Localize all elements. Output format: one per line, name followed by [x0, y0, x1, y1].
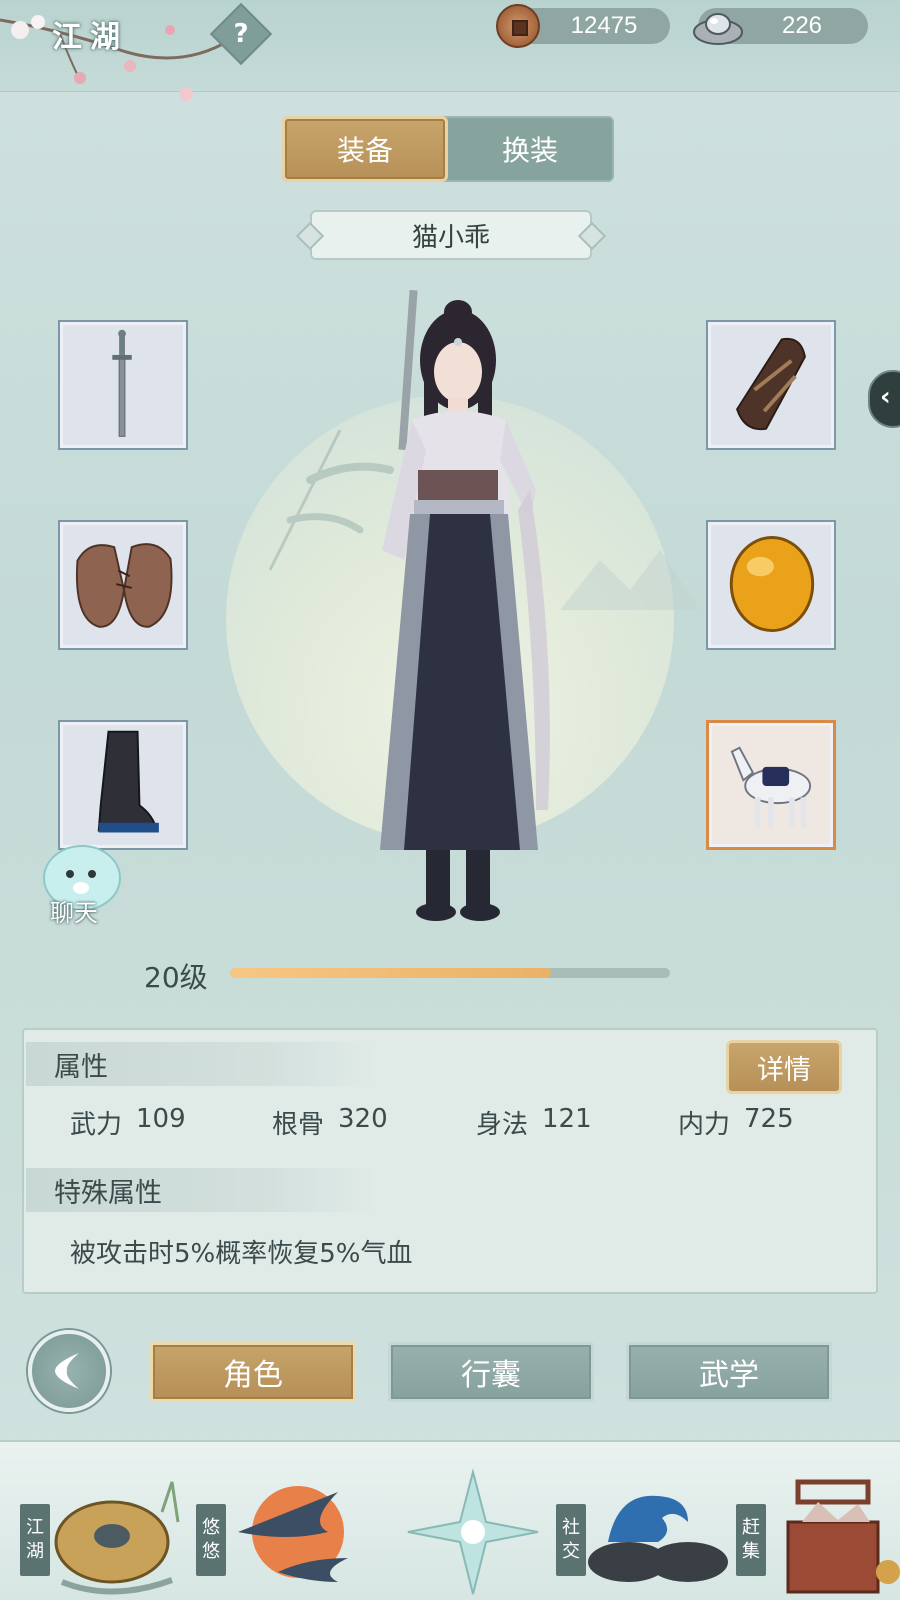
- dock-item-center[interactable]: [376, 1442, 546, 1600]
- dock-label-char: 湖: [26, 1541, 44, 1562]
- mountain-decoration: [560, 550, 700, 610]
- dock-label-char: 江: [26, 1517, 44, 1538]
- bottom-dock: 江 湖 悠 悠 社 交 赶 集: [0, 1440, 900, 1600]
- leather-armor-icon: [75, 543, 173, 628]
- level-label: 20级: [144, 961, 208, 994]
- stat-name: 根骨: [272, 1110, 325, 1140]
- stat-value: 109: [136, 1104, 186, 1134]
- attribute-panel: 属性 详情 武力 109 根骨 320 身法 121 内力 725 特殊属性 被…: [22, 1028, 878, 1294]
- equip-slot-boots[interactable]: [58, 720, 188, 850]
- dock-label-char: 赶: [742, 1517, 760, 1538]
- equip-slot-mount[interactable]: [706, 720, 836, 850]
- question-icon: ?: [233, 19, 249, 49]
- chevron-left-icon: ‹: [880, 382, 891, 412]
- dock-label-char: 交: [562, 1541, 580, 1562]
- star-compass-icon: [407, 1468, 539, 1595]
- stat-agility: 身法 121: [476, 1104, 592, 1141]
- silver-ingot-value: 226: [781, 12, 823, 39]
- page-title: 江湖: [52, 20, 128, 55]
- stat-constitution: 根骨 320: [272, 1104, 388, 1141]
- nav-character-button[interactable]: 角色: [150, 1342, 356, 1402]
- nav-inventory-button[interactable]: 行囊: [388, 1342, 594, 1402]
- wave-bowls-icon: [588, 1495, 728, 1582]
- straw-hat-icon: [54, 1481, 180, 1595]
- silver-ingot-icon: [693, 13, 743, 45]
- silver-ingot-counter[interactable]: 226: [693, 8, 868, 45]
- dock-label-market: 赶 集: [736, 1504, 766, 1576]
- equip-slot-accessory[interactable]: [706, 520, 836, 650]
- stat-value: 320: [338, 1104, 388, 1134]
- level-progress-fill: [230, 968, 552, 978]
- bracer-icon: [736, 337, 806, 431]
- swallow-sun-icon: [238, 1486, 348, 1582]
- copper-coin-counter[interactable]: 12475: [496, 4, 670, 48]
- dock-item-social[interactable]: 社 交: [556, 1442, 728, 1600]
- stat-name: 身法: [476, 1110, 529, 1140]
- attributes-heading: 属性: [26, 1042, 376, 1086]
- equipment-tab-group: 装备 换装: [282, 116, 614, 182]
- equip-slot-armor[interactable]: [58, 520, 188, 650]
- level-progress-bar: [230, 968, 670, 978]
- back-button[interactable]: [28, 1330, 110, 1412]
- sword-icon: [112, 329, 132, 437]
- market-basket-icon: [786, 1479, 900, 1594]
- equip-slot-weapon[interactable]: [58, 320, 188, 450]
- stat-name: 武力: [70, 1110, 123, 1140]
- dock-label-char: 悠: [202, 1541, 220, 1562]
- dock-label-social: 社 交: [556, 1504, 586, 1576]
- dock-label-char: 社: [562, 1517, 580, 1538]
- side-panel-toggle[interactable]: ‹: [868, 370, 900, 428]
- dock-item-jianghu[interactable]: 江 湖: [20, 1442, 190, 1600]
- nav-martial-arts-button[interactable]: 武学: [626, 1342, 832, 1402]
- stat-value: 725: [744, 1104, 794, 1134]
- amber-gem-icon: [729, 536, 815, 633]
- chat-label[interactable]: 聊天: [50, 893, 98, 928]
- dock-label-jianghu: 江 湖: [20, 1504, 50, 1576]
- special-attribute-text: 被攻击时5%概率恢复5%气血: [70, 1239, 413, 1269]
- copper-coin-value: 12475: [570, 12, 638, 39]
- stat-strength: 武力 109: [70, 1104, 186, 1141]
- stat-name: 内力: [678, 1110, 731, 1140]
- copper-coin-icon: [496, 4, 540, 48]
- stat-value: 121: [542, 1104, 592, 1134]
- character-portrait: [380, 290, 550, 921]
- tab-outfit[interactable]: 换装: [448, 118, 612, 180]
- horse-icon: [730, 746, 812, 828]
- tab-equipment[interactable]: 装备: [282, 116, 448, 182]
- boot-icon: [97, 730, 159, 833]
- stat-inner-power: 内力 725: [678, 1104, 794, 1141]
- special-attributes-heading: 特殊属性: [26, 1168, 376, 1212]
- equip-slot-bracer[interactable]: [706, 320, 836, 450]
- back-arrow-icon: [55, 1353, 79, 1389]
- dock-label-char: 集: [742, 1541, 760, 1562]
- top-bar: 江湖 ? 12475 226: [0, 0, 900, 101]
- dock-item-market[interactable]: 赶 集: [736, 1442, 900, 1600]
- details-button[interactable]: 详情: [726, 1040, 842, 1094]
- dock-label-youyou: 悠 悠: [196, 1504, 226, 1576]
- character-name: 猫小乖: [310, 210, 592, 260]
- dock-item-youyou[interactable]: 悠 悠: [196, 1442, 366, 1600]
- dock-label-char: 悠: [202, 1517, 220, 1538]
